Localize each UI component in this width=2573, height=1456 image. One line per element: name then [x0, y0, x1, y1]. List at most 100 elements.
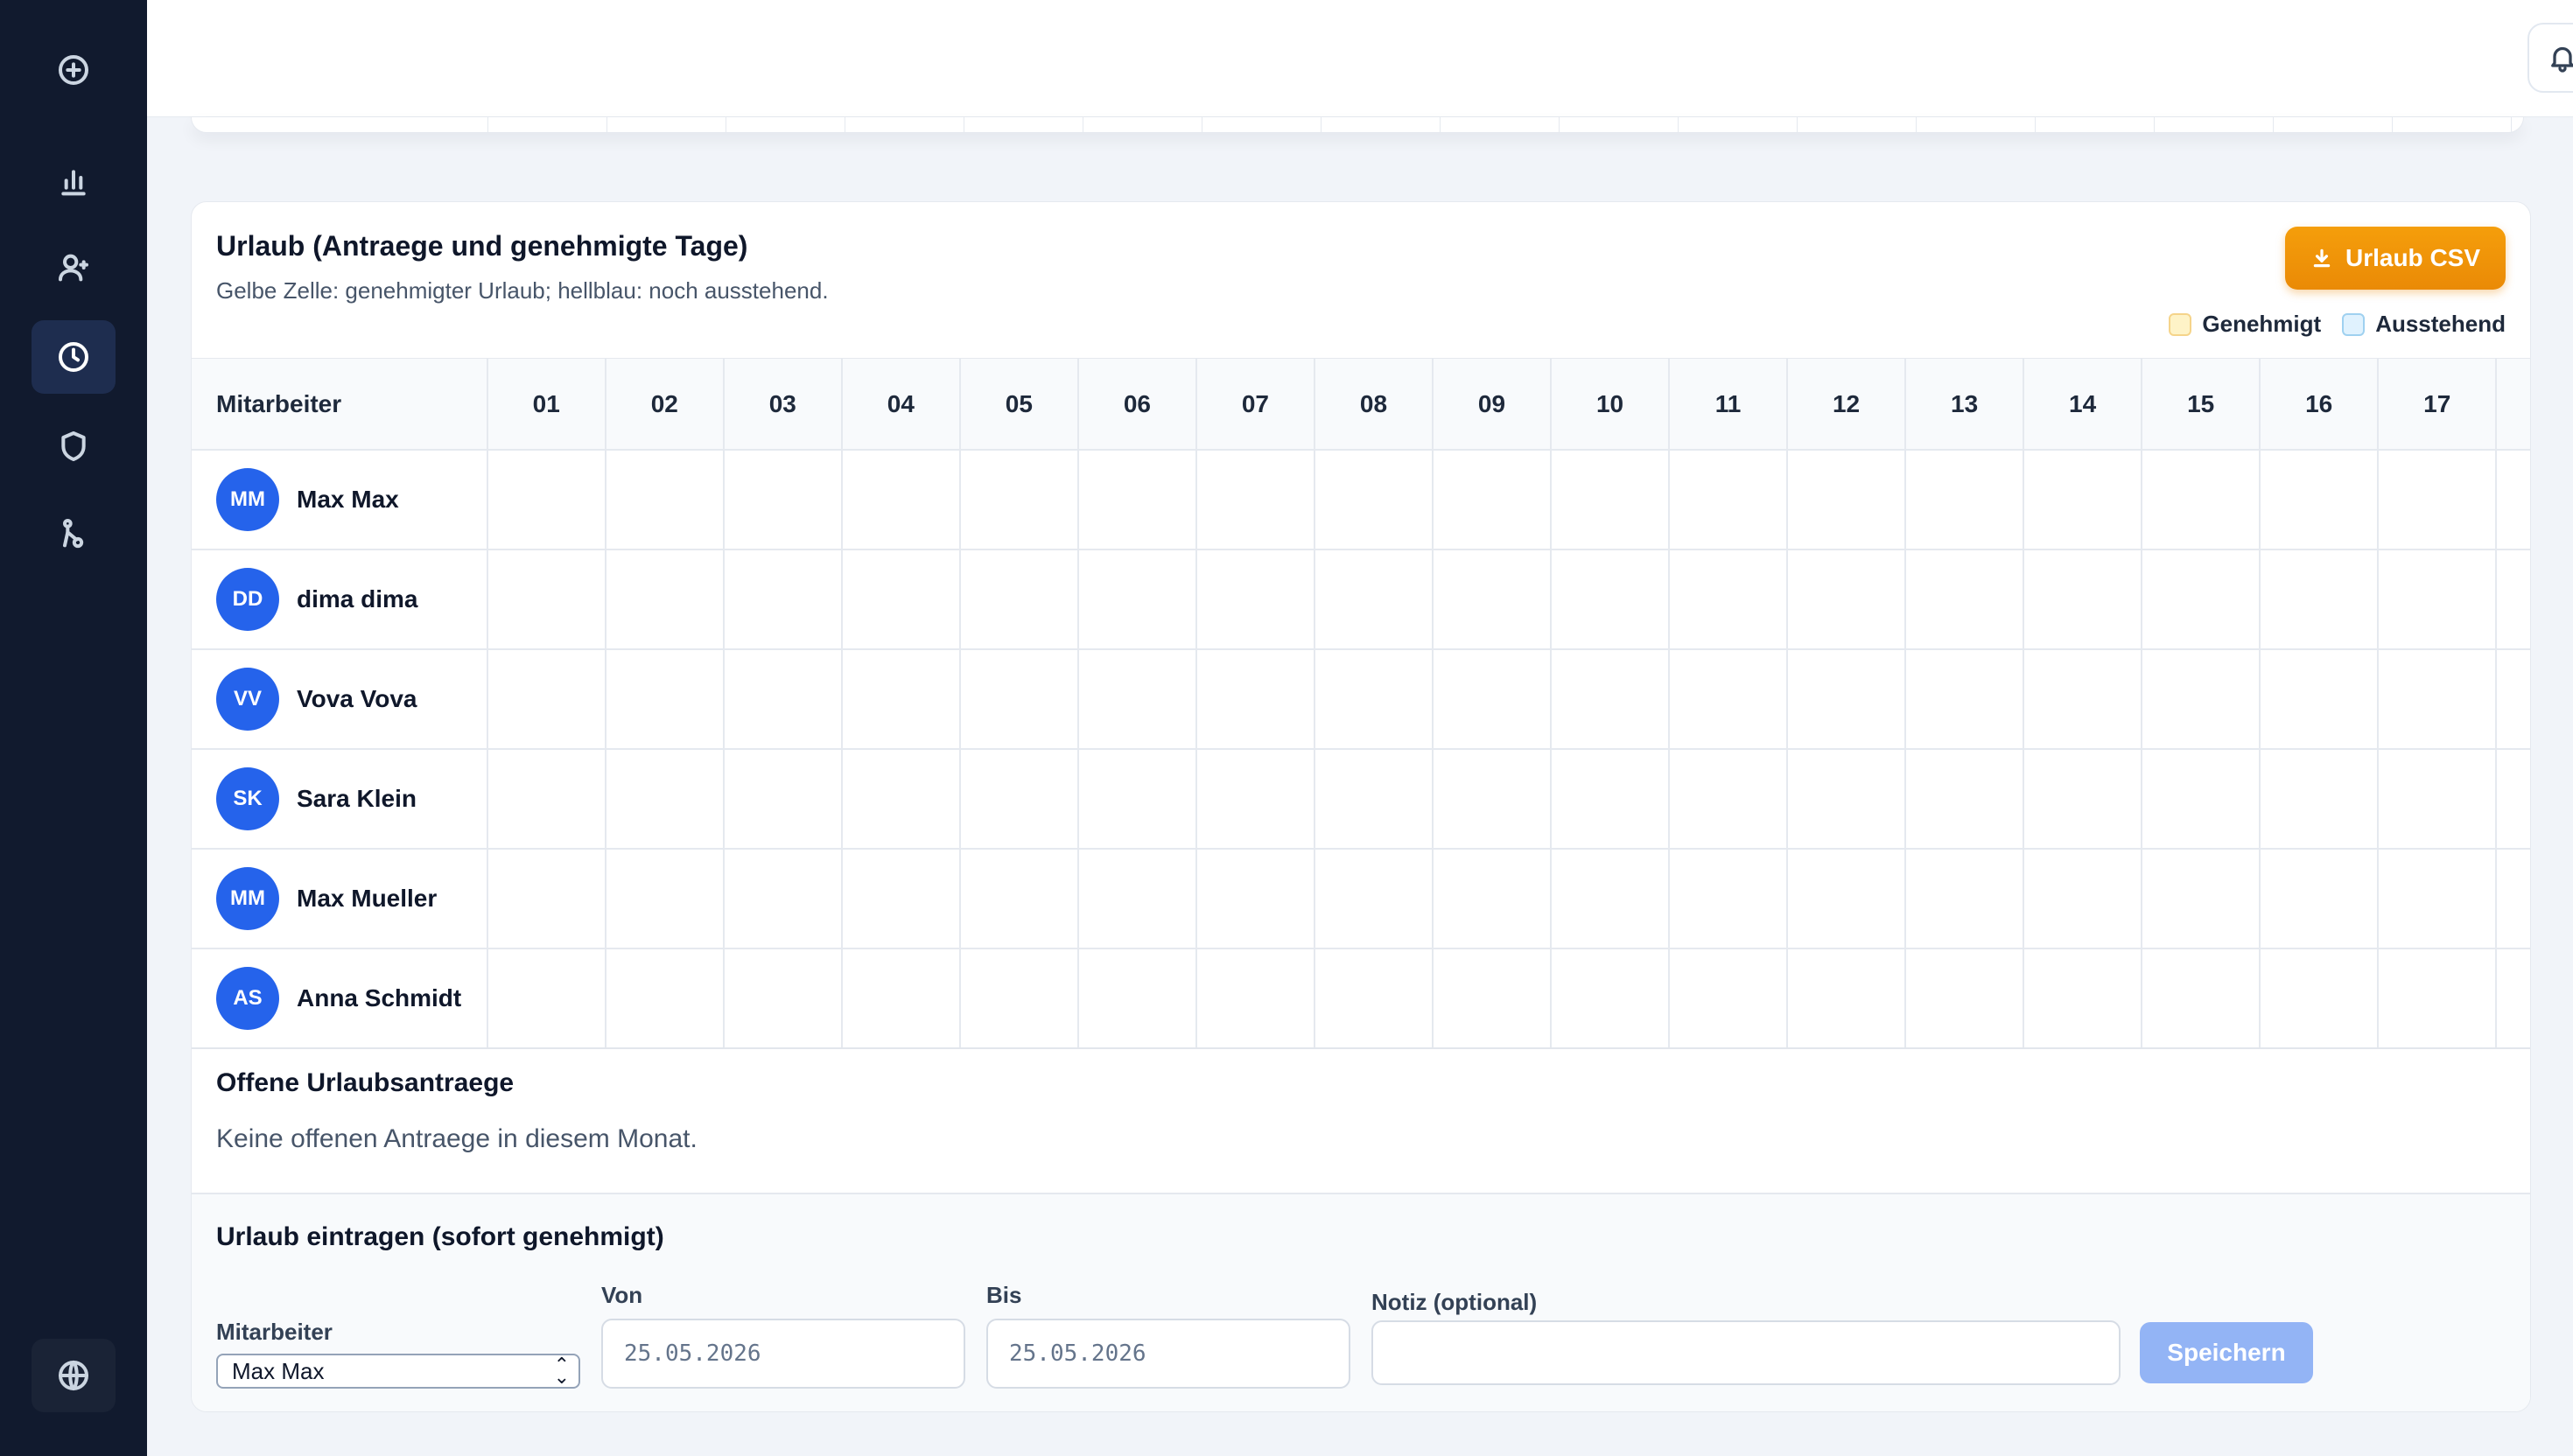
day-cell[interactable] — [1669, 948, 1789, 1047]
sidebar-item-integrations[interactable] — [32, 497, 116, 570]
day-cell[interactable] — [959, 550, 1079, 650]
day-cell[interactable] — [605, 849, 725, 949]
day-cell[interactable] — [2260, 948, 2380, 1047]
day-cell[interactable] — [1787, 550, 1907, 650]
day-cell[interactable] — [1432, 948, 1553, 1047]
day-cell[interactable] — [2023, 649, 2143, 750]
day-cell[interactable] — [723, 749, 843, 850]
day-cell[interactable] — [723, 550, 843, 650]
day-cell[interactable] — [487, 749, 606, 850]
day-cell[interactable] — [1077, 550, 1197, 650]
day-cell-partial[interactable] — [2496, 450, 2530, 550]
day-cell[interactable] — [605, 749, 725, 850]
day-cell[interactable] — [959, 649, 1079, 750]
day-cell[interactable] — [2378, 749, 2498, 850]
sidebar-item-security[interactable] — [32, 410, 116, 483]
day-cell[interactable] — [1551, 450, 1671, 550]
day-cell[interactable] — [959, 749, 1079, 850]
day-cell[interactable] — [2023, 450, 2143, 550]
day-cell[interactable] — [1314, 849, 1434, 949]
day-cell[interactable] — [1669, 450, 1789, 550]
day-cell[interactable] — [1669, 749, 1789, 850]
day-cell[interactable] — [1432, 849, 1553, 949]
note-input[interactable] — [1371, 1320, 2121, 1385]
day-cell[interactable] — [1905, 450, 2025, 550]
day-cell[interactable] — [1077, 849, 1197, 949]
day-cell[interactable] — [1787, 948, 1907, 1047]
day-cell[interactable] — [1551, 550, 1671, 650]
day-cell[interactable] — [2142, 749, 2261, 850]
day-cell[interactable] — [1195, 550, 1315, 650]
day-cell-partial[interactable] — [2496, 849, 2530, 949]
day-cell[interactable] — [1077, 649, 1197, 750]
day-cell[interactable] — [605, 649, 725, 750]
day-cell[interactable] — [1314, 450, 1434, 550]
day-cell[interactable] — [723, 849, 843, 949]
day-cell[interactable] — [1551, 849, 1671, 949]
day-cell[interactable] — [1077, 749, 1197, 850]
sidebar-item-add[interactable] — [32, 33, 116, 107]
day-cell[interactable] — [1551, 649, 1671, 750]
day-cell[interactable] — [487, 550, 606, 650]
day-cell[interactable] — [1195, 450, 1315, 550]
day-cell[interactable] — [723, 450, 843, 550]
day-cell[interactable] — [2378, 649, 2498, 750]
day-cell[interactable] — [2260, 649, 2380, 750]
day-cell[interactable] — [1905, 550, 2025, 650]
day-cell[interactable] — [1551, 749, 1671, 850]
day-cell[interactable] — [1787, 649, 1907, 750]
day-cell[interactable] — [605, 948, 725, 1047]
day-cell[interactable] — [605, 450, 725, 550]
day-cell[interactable] — [1432, 649, 1553, 750]
day-cell[interactable] — [1787, 849, 1907, 949]
day-cell[interactable] — [2142, 450, 2261, 550]
day-cell[interactable] — [2260, 849, 2380, 949]
day-cell-partial[interactable] — [2496, 649, 2530, 750]
day-cell-partial[interactable] — [2496, 948, 2530, 1047]
day-cell[interactable] — [841, 450, 961, 550]
day-cell[interactable] — [1314, 749, 1434, 850]
save-button[interactable]: Speichern — [2140, 1322, 2313, 1383]
day-cell[interactable] — [841, 849, 961, 949]
day-cell[interactable] — [1432, 450, 1553, 550]
day-cell[interactable] — [2378, 948, 2498, 1047]
sidebar-item-statistics[interactable] — [32, 145, 116, 219]
day-cell[interactable] — [1905, 749, 2025, 850]
day-cell-partial[interactable] — [2496, 550, 2530, 650]
day-cell[interactable] — [959, 849, 1079, 949]
day-cell[interactable] — [1669, 550, 1789, 650]
day-cell[interactable] — [1195, 749, 1315, 850]
day-cell[interactable] — [1432, 550, 1553, 650]
day-cell[interactable] — [1905, 649, 2025, 750]
day-cell[interactable] — [2142, 948, 2261, 1047]
day-cell[interactable] — [1787, 450, 1907, 550]
sidebar-item-time[interactable] — [32, 320, 116, 394]
day-cell[interactable] — [2142, 550, 2261, 650]
day-cell[interactable] — [2378, 450, 2498, 550]
day-cell[interactable] — [1195, 948, 1315, 1047]
day-cell[interactable] — [1314, 948, 1434, 1047]
day-cell-partial[interactable] — [2496, 749, 2530, 850]
day-cell[interactable] — [487, 849, 606, 949]
day-cell[interactable] — [2023, 948, 2143, 1047]
day-cell[interactable] — [1669, 649, 1789, 750]
day-cell[interactable] — [487, 649, 606, 750]
day-cell[interactable] — [2142, 849, 2261, 949]
day-cell[interactable] — [2023, 849, 2143, 949]
sidebar-item-employees[interactable] — [32, 231, 116, 304]
day-cell[interactable] — [487, 450, 606, 550]
day-cell[interactable] — [1905, 948, 2025, 1047]
day-cell[interactable] — [1077, 948, 1197, 1047]
day-cell[interactable] — [2142, 649, 2261, 750]
day-cell[interactable] — [2260, 550, 2380, 650]
day-cell[interactable] — [959, 948, 1079, 1047]
day-cell[interactable] — [2260, 450, 2380, 550]
day-cell[interactable] — [841, 749, 961, 850]
day-cell[interactable] — [1787, 749, 1907, 850]
day-cell[interactable] — [1669, 849, 1789, 949]
day-cell[interactable] — [605, 550, 725, 650]
day-cell[interactable] — [1314, 649, 1434, 750]
to-date-input[interactable]: 25.05.2026 — [986, 1319, 1350, 1389]
day-cell[interactable] — [723, 948, 843, 1047]
day-cell[interactable] — [1077, 450, 1197, 550]
